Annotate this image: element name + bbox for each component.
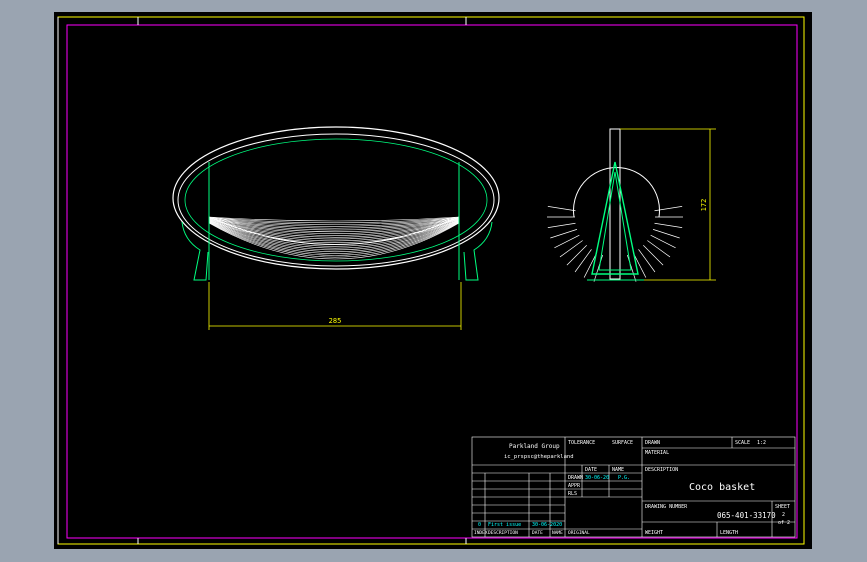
index-header: INDEX [474,530,488,536]
title-block-text: Parkland Group ic_prspsc@theparkland TOL… [474,440,790,536]
bristle-line [566,245,587,266]
company-name: Parkland Group [509,443,560,450]
weight-label: WEIGHT [645,530,663,536]
bristle-line [547,206,576,212]
date-header: DATE [532,530,543,536]
width-dimension-text: 285 [329,317,342,325]
material-label: MATERIAL [645,450,669,456]
bristle-line [654,206,683,212]
sheet-number: 2 [782,512,785,518]
width-dimension: 285 [208,282,462,330]
drawing-number: 065-401-33170 [717,511,776,520]
description-label: DESCRIPTION [645,467,678,473]
revision-description: First issue [488,522,521,528]
surface-label: SURFACE [612,440,633,446]
drawn-date: 30-06-20 [585,475,609,481]
scale-value: 1:2 [757,440,766,446]
name-column: NAME [612,467,624,473]
revision-index: 0 [478,522,481,528]
tolerance-label: TOLERANCE [568,440,595,446]
sheet-label: SHEET [775,504,790,510]
drawing-number-label: DRAWING NUMBER [645,504,688,510]
name-header: NAME [552,530,563,536]
height-dimension-text: 172 [700,199,708,212]
inner-frame [66,24,798,539]
rls-label: RLS [568,491,577,497]
basket-mesh [208,216,460,260]
company-email: ic_prspsc@theparkland [504,454,574,460]
length-label: LENGTH [720,530,738,536]
bristle-line [652,229,680,239]
original-header: ORIGINAL [568,530,590,536]
drawn-name: P.G. [618,475,630,481]
bristle-line [547,222,576,228]
drawing-canvas: 285 172 Parkland Group ic_prspsc@thepark… [57,16,805,545]
appr-label: APPR [568,483,581,489]
side-view [547,128,683,282]
description-header: DESCRIPTION [488,530,518,536]
bristle-line [654,222,683,228]
front-view [172,126,500,281]
date-column: DATE [585,467,597,473]
revision-date: 30-06-2020 [532,522,562,528]
drawn-header-label: DRAWN [645,440,660,446]
sheet-of: of 2 [778,520,790,526]
scale-label: SCALE [735,440,750,446]
bristle-line [550,229,578,239]
cad-viewport[interactable]: 285 172 Parkland Group ic_prspsc@thepark… [54,12,812,549]
drawing-title: Coco basket [689,482,755,493]
bristle-line [643,245,664,266]
drawn-row-label: DRAWN [568,475,583,481]
